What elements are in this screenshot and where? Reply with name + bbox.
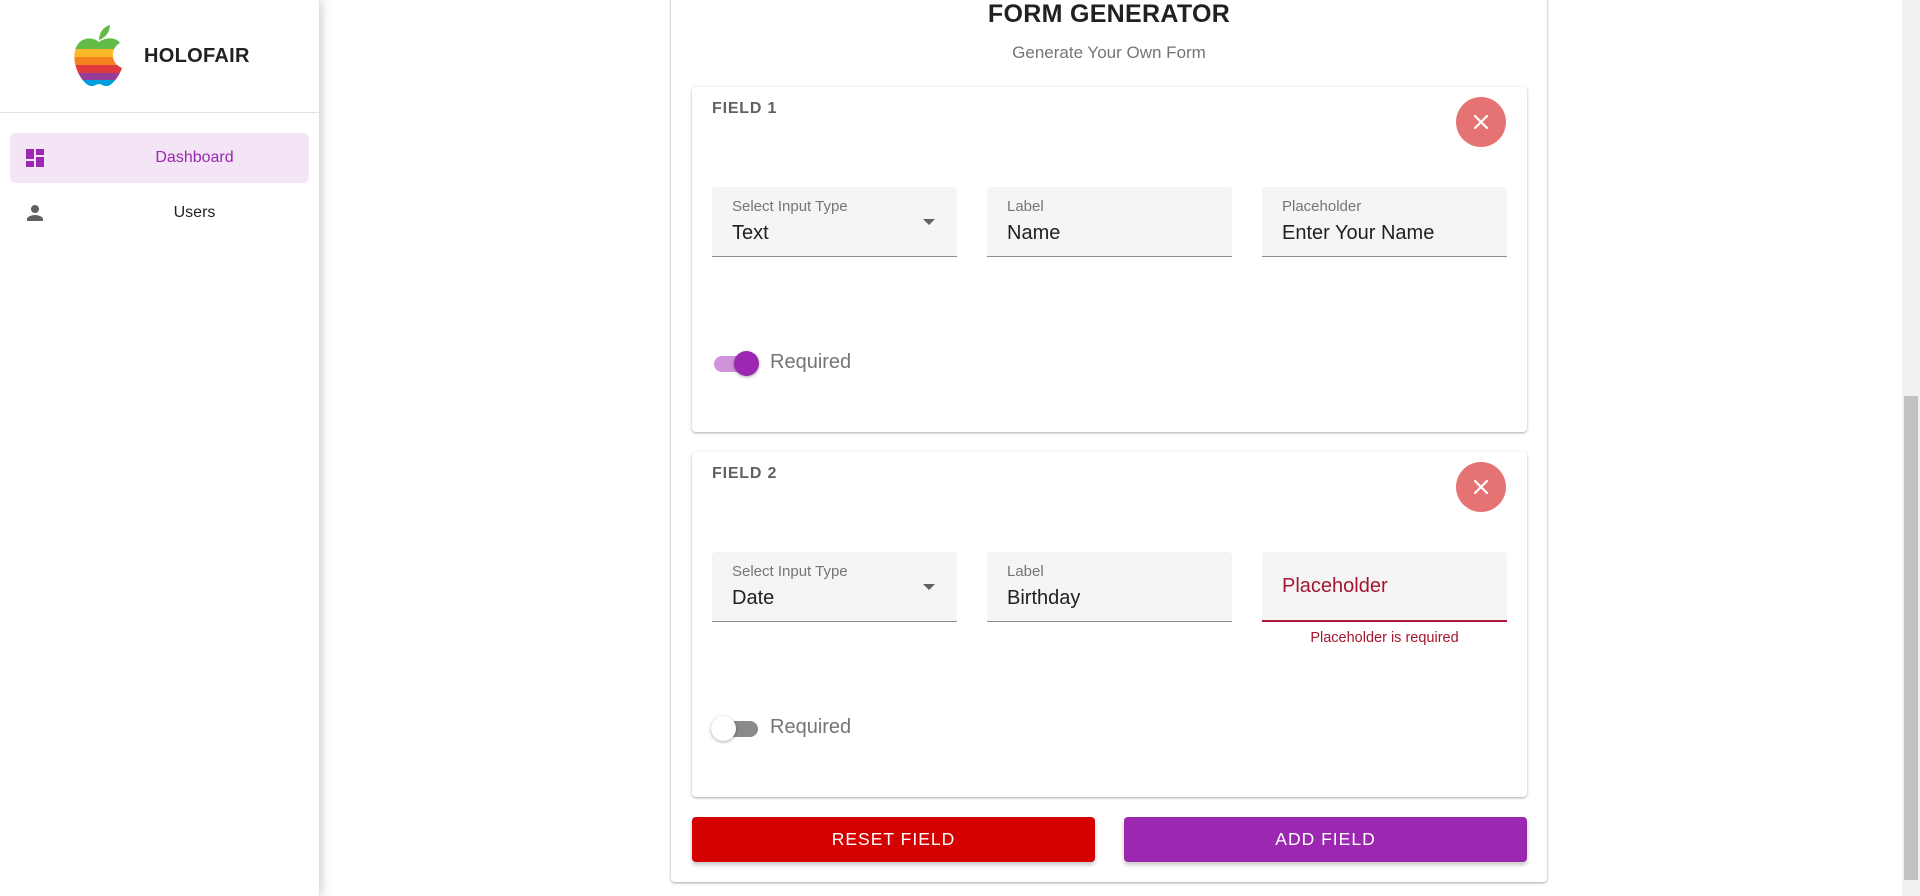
remove-field-button[interactable] [1456,462,1506,512]
label-field[interactable]: Label Birthday [987,552,1232,622]
reset-field-button[interactable]: RESET FIELD [692,817,1095,862]
toggle-thumb [734,351,759,376]
dropdown-arrow-icon [923,219,935,225]
sidebar-item-label: Users [173,204,216,221]
page-scrollbar[interactable] [1902,0,1920,896]
field-value: Name [1007,222,1061,244]
field-label: Label [1007,563,1044,580]
add-field-button[interactable]: ADD FIELD [1124,817,1527,862]
required-label: Required [770,716,852,738]
close-icon [1473,479,1489,495]
field-value: Birthday [1007,587,1081,609]
field-label: Label [1007,198,1044,215]
input-type-select[interactable]: Select Input Type Date [712,552,957,622]
sidebar-item-users[interactable]: Users [10,188,309,238]
remove-field-button[interactable] [1456,97,1506,147]
placeholder-field[interactable]: Placeholder Enter Your Name [1262,187,1507,257]
field-title: FIELD 1 [712,100,778,117]
dropdown-arrow-icon [923,584,935,590]
form-generator-card: FORM GENERATOR Generate Your Own Form FI… [671,0,1547,882]
person-icon [27,205,43,221]
select-label: Select Input Type [732,563,848,580]
scrollbar-thumb[interactable] [1904,396,1918,880]
field-title: FIELD 2 [712,465,778,482]
select-label: Select Input Type [732,198,848,215]
required-toggle[interactable] [711,715,760,741]
select-value: Date [732,587,775,609]
input-type-select[interactable]: Select Input Type Text [712,187,957,257]
field-card-1: FIELD 1 Select Input Type Text Label Nam… [692,87,1527,432]
placeholder-error-text: Placeholder is required [1310,630,1459,646]
brand[interactable]: HOLOFAIR [0,0,319,113]
toggle-thumb [711,716,736,741]
close-icon [1473,114,1489,130]
select-value: Text [732,222,769,244]
dashboard-icon [26,149,44,167]
apple-logo-icon [74,25,122,87]
sidebar-nav: Dashboard Users [0,113,319,238]
sidebar-item-dashboard[interactable]: Dashboard [10,133,309,183]
required-toggle[interactable] [712,350,760,376]
sidebar-item-label: Dashboard [155,149,234,166]
field-value: Enter Your Name [1282,222,1435,244]
sidebar: HOLOFAIR Dashboard Users [0,0,319,896]
field-card-2: FIELD 2 Select Input Type Date Label Bir… [692,452,1527,797]
field-label: Placeholder [1282,575,1388,597]
placeholder-field[interactable]: Placeholder [1262,552,1507,622]
required-label: Required [770,351,852,373]
label-field[interactable]: Label Name [987,187,1232,257]
page-subtitle: Generate Your Own Form [1012,43,1206,62]
brand-name: HOLOFAIR [144,44,250,67]
page-title: FORM GENERATOR [987,0,1231,28]
field-label: Placeholder [1282,198,1362,215]
